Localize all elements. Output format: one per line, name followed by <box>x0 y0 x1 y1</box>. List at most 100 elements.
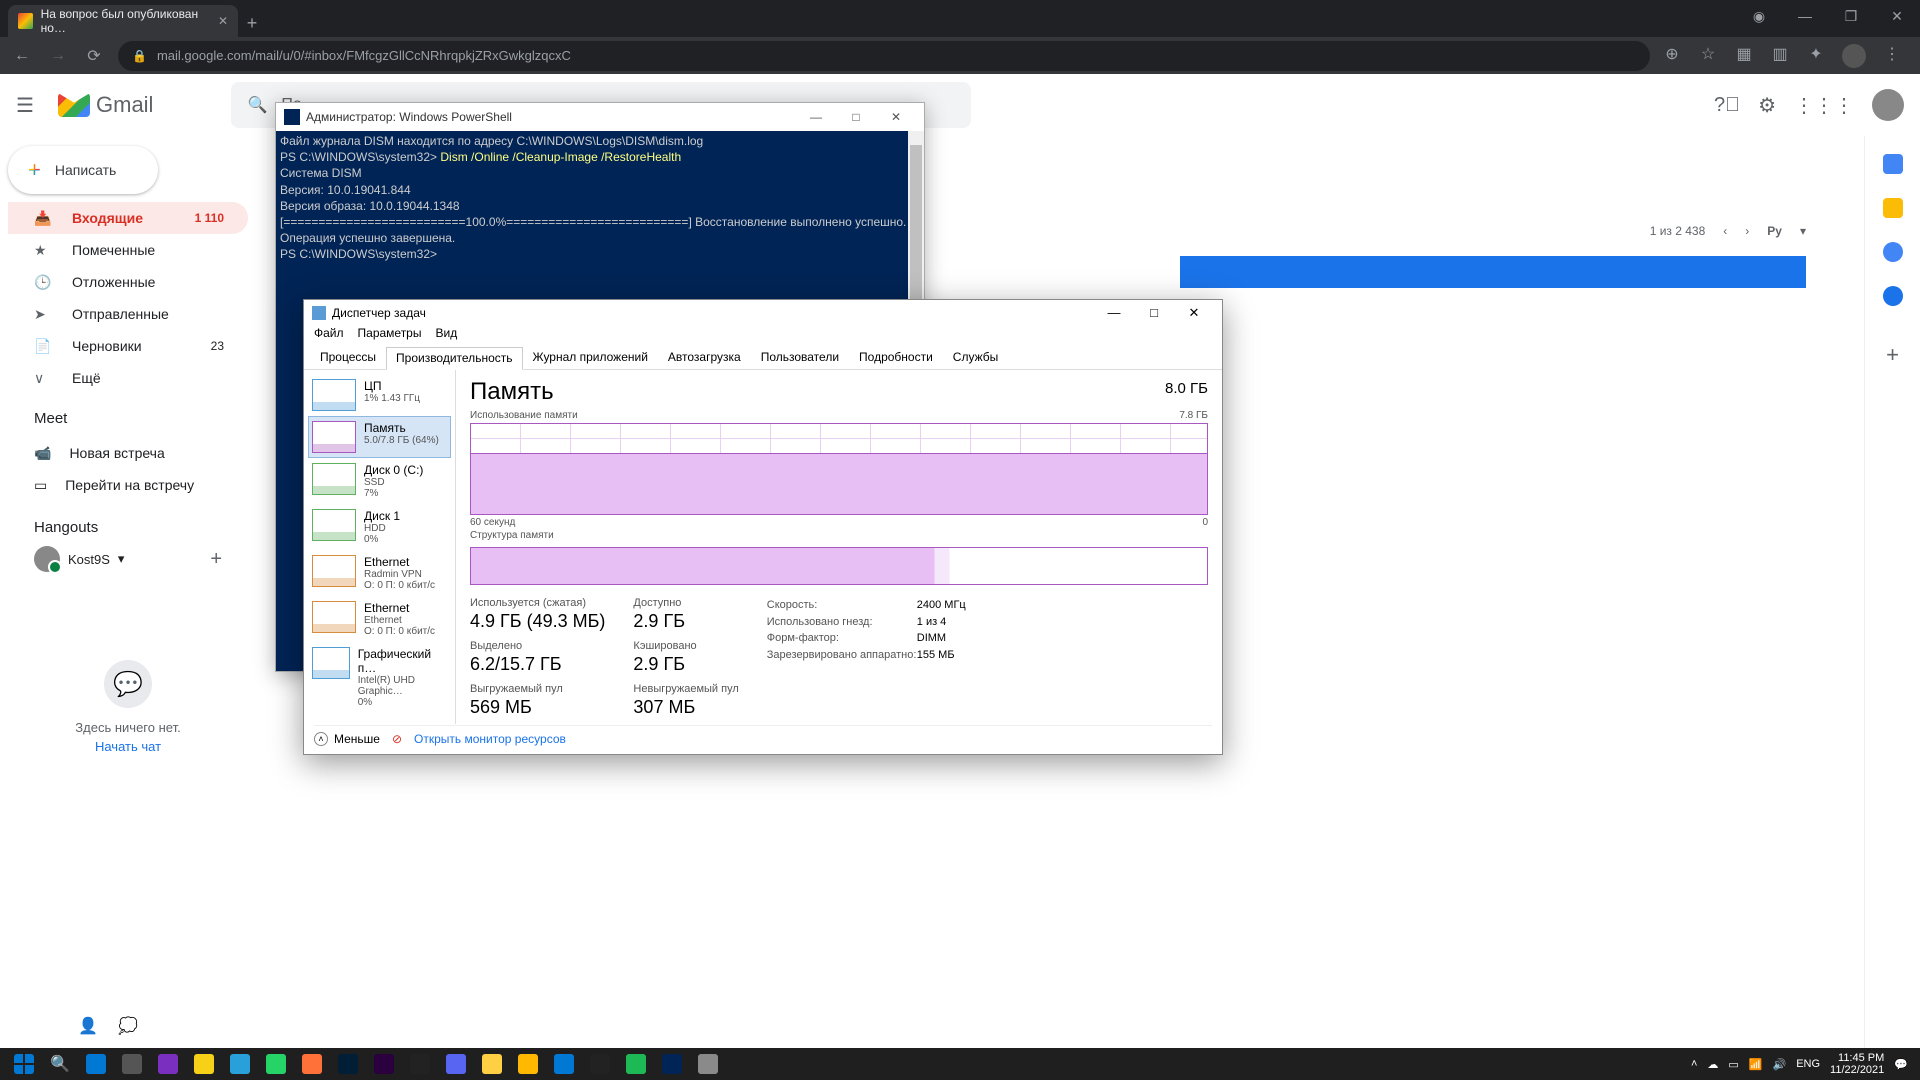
minimize-icon[interactable]: — <box>1782 0 1828 32</box>
taskbar-app[interactable] <box>618 1050 654 1078</box>
lang-indicator[interactable]: ENG <box>1796 1058 1820 1070</box>
open-resmon-link[interactable]: Открыть монитор ресурсов <box>414 732 566 746</box>
minimize-icon[interactable]: — <box>796 110 836 124</box>
extensions-icon[interactable]: ✦ <box>1806 44 1826 64</box>
wifi-icon[interactable]: 📶 <box>1749 1058 1763 1071</box>
notifications-icon[interactable]: 💬 <box>1894 1058 1908 1071</box>
gmail-logo[interactable]: Gmail <box>58 92 153 118</box>
taskbar-app[interactable] <box>474 1050 510 1078</box>
maximize-icon[interactable]: □ <box>1134 305 1174 321</box>
url-input[interactable]: 🔒 mail.google.com/mail/u/0/#inbox/FMfcgz… <box>118 41 1650 71</box>
start-chat-link[interactable]: Начать чат <box>34 739 222 754</box>
chevron-down-icon[interactable]: ▾ <box>1800 224 1806 238</box>
calendar-icon[interactable] <box>1883 154 1903 174</box>
taskbar-app[interactable] <box>510 1050 546 1078</box>
ext1-icon[interactable]: ▦ <box>1734 44 1754 64</box>
tab-Службы[interactable]: Службы <box>943 346 1008 369</box>
tab-Производительность[interactable]: Производительность <box>386 347 522 370</box>
contacts-icon[interactable] <box>1883 286 1903 306</box>
taskbar-app[interactable] <box>114 1050 150 1078</box>
taskbar-app[interactable] <box>330 1050 366 1078</box>
person-icon[interactable]: 👤 <box>78 1016 102 1040</box>
taskbar-app[interactable] <box>582 1050 618 1078</box>
close-icon[interactable]: ✕ <box>1874 0 1920 32</box>
taskbar-app[interactable] <box>402 1050 438 1078</box>
zoom-icon[interactable]: ⊕ <box>1662 44 1682 64</box>
next-icon[interactable]: › <box>1745 224 1749 238</box>
tray-chevron-icon[interactable]: ˄ <box>1691 1058 1697 1070</box>
add-app-icon[interactable]: + <box>1886 342 1899 368</box>
taskbar-app[interactable] <box>654 1050 690 1078</box>
menu-icon[interactable]: ⋮ <box>1882 44 1902 64</box>
taskbar-app[interactable] <box>78 1050 114 1078</box>
profile-avatar[interactable] <box>1842 44 1866 68</box>
minimize-icon[interactable]: — <box>1094 305 1134 321</box>
ps-titlebar[interactable]: Администратор: Windows PowerShell — □ ✕ <box>276 103 924 131</box>
taskbar-app[interactable] <box>186 1050 222 1078</box>
tab-Автозагрузка[interactable]: Автозагрузка <box>658 346 751 369</box>
clock[interactable]: 11:45 PM11/22/2021 <box>1830 1052 1884 1076</box>
tab-Журнал приложений[interactable]: Журнал приложений <box>523 346 658 369</box>
sidebar-item-Диск 1[interactable]: Диск 1HDD0% <box>308 504 451 550</box>
keep-icon[interactable] <box>1883 198 1903 218</box>
sidebar-item-Ethernet[interactable]: EthernetRadmin VPNО: 0 П: 0 кбит/с <box>308 550 451 596</box>
sidebar-item-Ethernet[interactable]: EthernetEthernetО: 0 П: 0 кбит/с <box>308 596 451 642</box>
sidebar-item-Графический п…[interactable]: Графический п…Intel(R) UHD Graphic…0% <box>308 642 451 713</box>
ext2-icon[interactable]: ▥ <box>1770 44 1790 64</box>
cloud-icon[interactable]: ☁ <box>1707 1058 1718 1071</box>
add-chat-icon[interactable]: + <box>210 548 222 571</box>
taskbar-app[interactable] <box>294 1050 330 1078</box>
help-icon[interactable]: ?⃝ <box>1714 94 1740 117</box>
tasks-icon[interactable] <box>1883 242 1903 262</box>
taskbar-app[interactable] <box>690 1050 726 1078</box>
close-icon[interactable]: ✕ <box>876 110 916 124</box>
new-meeting-button[interactable]: 📹Новая встреча <box>34 437 222 469</box>
folder-Черновики[interactable]: 📄Черновики23 <box>8 330 248 362</box>
folder-Помеченные[interactable]: ★Помеченные <box>8 234 248 266</box>
folder-Ещё[interactable]: ∨Ещё <box>8 362 248 394</box>
folder-Входящие[interactable]: 📥Входящие1 110 <box>8 202 248 234</box>
forward-icon[interactable]: → <box>46 47 70 65</box>
search-button[interactable]: 🔍 <box>42 1050 78 1078</box>
hangouts-user[interactable]: Kost9S ▾ + <box>34 546 222 572</box>
tm-titlebar[interactable]: Диспетчер задач — □ ✕ <box>304 300 1222 326</box>
star-icon[interactable]: ☆ <box>1698 44 1718 64</box>
back-icon[interactable]: ← <box>10 47 34 65</box>
sidebar-item-Память[interactable]: Память5.0/7.8 ГБ (64%) <box>308 416 451 458</box>
taskbar-app[interactable] <box>258 1050 294 1078</box>
new-tab-button[interactable]: + <box>238 9 266 37</box>
tab-Пользователи[interactable]: Пользователи <box>751 346 849 369</box>
prev-icon[interactable]: ‹ <box>1723 224 1727 238</box>
reload-icon[interactable]: ⟳ <box>82 46 106 66</box>
record-icon[interactable]: ◉ <box>1736 0 1782 32</box>
start-button[interactable] <box>6 1050 42 1078</box>
battery-icon[interactable]: ▭ <box>1728 1058 1738 1071</box>
tab-Процессы[interactable]: Процессы <box>310 346 386 369</box>
taskbar-app[interactable] <box>546 1050 582 1078</box>
taskbar-app[interactable] <box>366 1050 402 1078</box>
maximize-icon[interactable]: ❐ <box>1828 0 1874 32</box>
compose-button[interactable]: + Написать <box>8 146 158 194</box>
taskbar-app[interactable] <box>150 1050 186 1078</box>
menu-Параметры[interactable]: Параметры <box>358 326 422 346</box>
settings-icon[interactable]: ⚙ <box>1758 93 1776 118</box>
lang-badge[interactable]: Ру <box>1767 224 1782 238</box>
folder-Отложенные[interactable]: 🕒Отложенные <box>8 266 248 298</box>
taskbar-app[interactable] <box>222 1050 258 1078</box>
join-meeting-button[interactable]: ▭Перейти на встречу <box>34 469 222 501</box>
tab-Подробности[interactable]: Подробности <box>849 346 943 369</box>
task-manager-window[interactable]: Диспетчер задач — □ ✕ Файл Параметры Вид П… <box>303 299 1223 755</box>
sidebar-item-Диск 0 (C:)[interactable]: Диск 0 (C:)SSD7% <box>308 458 451 504</box>
menu-Вид[interactable]: Вид <box>435 326 457 346</box>
sidebar-item-ЦП[interactable]: ЦП1% 1.43 ГГц <box>308 374 451 416</box>
folder-Отправленные[interactable]: ➤Отправленные <box>8 298 248 330</box>
hamburger-icon[interactable]: ☰ <box>16 93 40 118</box>
sound-icon[interactable]: 🔊 <box>1773 1058 1787 1071</box>
browser-tab[interactable]: На вопрос был опубликован но… ✕ <box>8 5 238 37</box>
collapse-button[interactable]: ˄Меньше <box>314 732 380 746</box>
close-tab-icon[interactable]: ✕ <box>218 14 228 28</box>
taskbar-app[interactable] <box>438 1050 474 1078</box>
menu-Файл[interactable]: Файл <box>314 326 344 346</box>
account-avatar[interactable] <box>1872 89 1904 121</box>
close-icon[interactable]: ✕ <box>1174 305 1214 321</box>
